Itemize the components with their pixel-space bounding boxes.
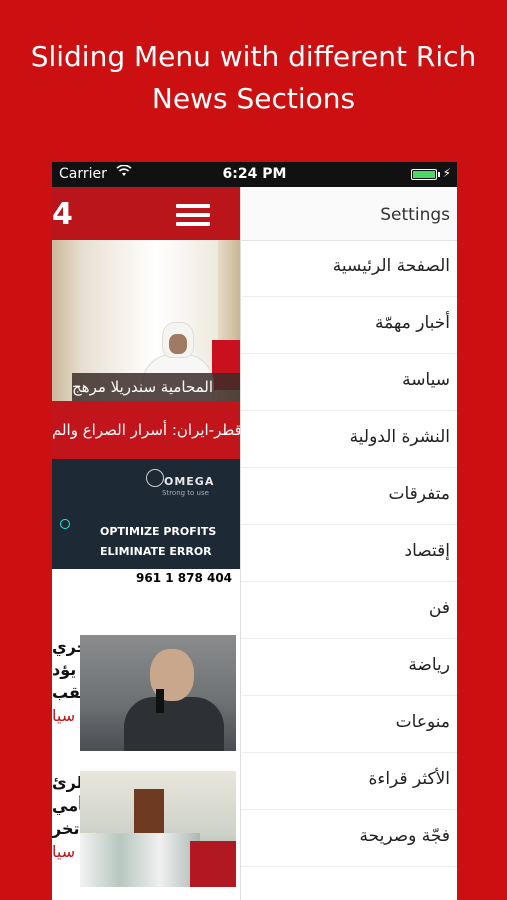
- menu-item-miscellaneous[interactable]: متفرقات: [241, 468, 457, 525]
- sliding-menu: Settings الصفحة الرئيسية أخبار مهمّة سيا…: [240, 187, 457, 900]
- news-item-text: الرئ تأمي تخر سيا: [52, 771, 80, 889]
- charging-icon: ⚡: [442, 166, 451, 180]
- menu-item-label: النشرة الدولية: [349, 427, 450, 447]
- menu-item-label: رياضة: [408, 655, 450, 675]
- menu-item-label: سياسة: [402, 370, 450, 390]
- menu-item-label: متفرقات: [388, 484, 450, 504]
- menu-item-label: منوعات: [395, 712, 450, 732]
- ad-banner[interactable]: OMEGA Strong to use OPTIMIZE PROFITS ELI…: [52, 459, 240, 589]
- ad-brand: OMEGA: [164, 475, 215, 488]
- news-item[interactable]: الرئ تأمي تخر سيا: [52, 771, 240, 889]
- hero-caption-2[interactable]: قطر-ايران: أسرار الصراع والم: [52, 401, 240, 459]
- menu-item-international[interactable]: النشرة الدولية: [241, 411, 457, 468]
- ad-line-2: ELIMINATE ERROR: [100, 545, 212, 558]
- hamburger-menu-icon[interactable]: [176, 204, 210, 226]
- status-bar: Carrier 6:24 PM ⚡: [52, 162, 457, 187]
- menu-item-label: الأكثر قراءة: [368, 769, 450, 789]
- omega-logo-icon: [146, 469, 164, 487]
- news-thumbnail[interactable]: [80, 771, 236, 887]
- ad-phone-number: 961 1 878 404: [136, 571, 233, 585]
- menu-item-important-news[interactable]: أخبار مهمّة: [241, 297, 457, 354]
- news-line: يؤد: [52, 660, 77, 679]
- circuit-icon: [60, 519, 70, 529]
- menu-item-economy[interactable]: إقتصاد: [241, 525, 457, 582]
- promo-headline: Sliding Menu with different Rich News Se…: [0, 36, 507, 120]
- battery-icon: [411, 169, 437, 180]
- news-line: تخر: [52, 819, 80, 838]
- promo-line-2: News Sections: [151, 82, 356, 115]
- battery-tip: [438, 172, 440, 177]
- menu-item-label: الصفحة الرئيسية: [332, 256, 450, 276]
- ad-tagline: Strong to use: [162, 489, 209, 497]
- news-item-text: خري يؤد نقب سيا: [52, 635, 80, 753]
- news-line: الرئ: [52, 773, 80, 792]
- menu-item-label: إقتصاد: [404, 541, 450, 561]
- news-item[interactable]: خري يؤد نقب سيا: [52, 635, 240, 753]
- clock: 6:24 PM: [222, 166, 287, 182]
- menu-header: Settings: [241, 187, 457, 241]
- phone-screen: Carrier 6:24 PM ⚡ 4 المحامية سندريلا مره…: [52, 162, 457, 900]
- menu-item-label: أخبار مهمّة: [374, 313, 450, 333]
- app-top-bar: 4: [52, 187, 240, 240]
- settings-button[interactable]: Settings: [380, 205, 450, 225]
- hero-caption-1[interactable]: المحامية سندريلا مرهج: [72, 373, 240, 401]
- ad-line-1: OPTIMIZE PROFITS: [100, 525, 217, 538]
- news-category: سيا: [52, 842, 76, 861]
- news-thumbnail[interactable]: [80, 635, 236, 751]
- news-line: نقب: [52, 683, 80, 702]
- app-logo: 4: [52, 197, 73, 232]
- promo-line-1: Sliding Menu with different Rich: [30, 40, 477, 73]
- menu-item-home[interactable]: الصفحة الرئيسية: [241, 240, 457, 297]
- news-line: خري: [52, 637, 80, 656]
- menu-item-label: فجّة وصريحة: [359, 826, 450, 846]
- menu-item-art[interactable]: فن: [241, 582, 457, 639]
- news-line: تأمي: [52, 796, 80, 815]
- menu-item-label: فن: [428, 598, 450, 618]
- news-content-panel: 4 المحامية سندريلا مرهج قطر-ايران: أسرار…: [52, 187, 240, 900]
- menu-list: الصفحة الرئيسية أخبار مهمّة سياسة النشرة…: [241, 240, 457, 867]
- menu-item-politics[interactable]: سياسة: [241, 354, 457, 411]
- menu-item-sports[interactable]: رياضة: [241, 639, 457, 696]
- menu-item-blunt[interactable]: فجّة وصريحة: [241, 810, 457, 867]
- news-category: سيا: [52, 706, 76, 725]
- menu-item-most-read[interactable]: الأكثر قراءة: [241, 753, 457, 810]
- menu-item-variety[interactable]: منوعات: [241, 696, 457, 753]
